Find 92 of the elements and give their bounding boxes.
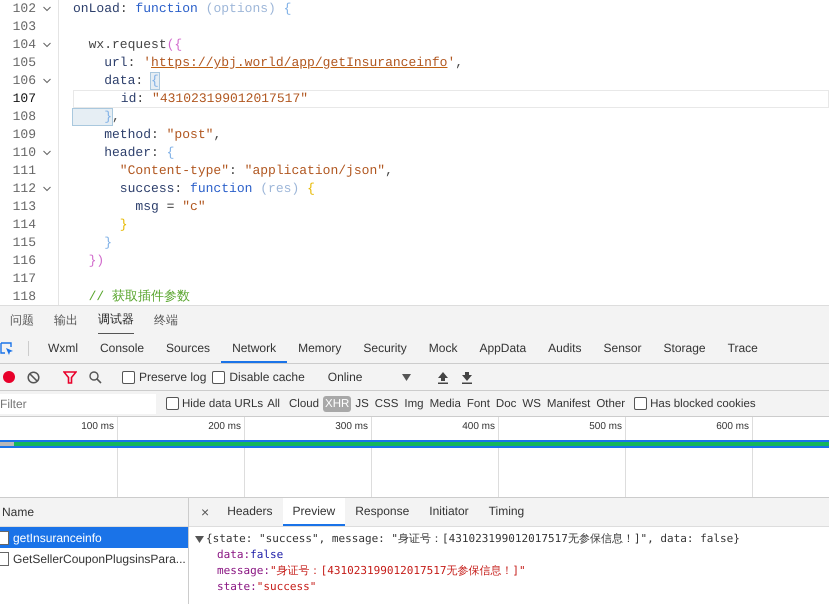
devtools-tab[interactable]: Sources [155,334,222,363]
resource-type-filter[interactable]: CSS [372,396,400,412]
preview-property: data:false [216,547,284,563]
fold-chevron-icon[interactable] [42,148,52,158]
line-number: 103 [12,18,36,36]
devtools-tab[interactable]: Audits [537,334,593,363]
devtools-tab[interactable]: Mock [418,334,468,363]
line-number: 115 [12,234,36,252]
devtools-tab[interactable]: Storage [652,334,717,363]
time-tick-label: 500 ms [588,420,623,434]
throttling-dropdown[interactable]: Online [322,369,418,385]
request-row[interactable]: getInsuranceinfo [0,527,188,548]
resource-type-filter[interactable]: JS [353,396,371,412]
panel-tab[interactable]: 终端 [154,306,178,334]
resource-type-filter[interactable]: Cloud [286,396,322,412]
code-line: onLoad: function (options) { [73,1,292,17]
caret-icon [402,374,412,380]
close-button[interactable]: × [193,498,218,526]
devtools-tab[interactable]: Console [89,334,156,363]
resource-type-filter[interactable]: Manifest [544,396,592,412]
code-line: data: { [103,73,160,89]
line-number: 105 [12,54,36,72]
detail-tab[interactable]: Preview [282,498,346,526]
line-number: 107 [12,90,36,108]
devtools-tab[interactable]: Memory [287,334,352,363]
code-line: }, [73,109,829,125]
code-line: method: "post", [103,127,222,143]
line-number: 118 [12,288,36,305]
resource-type-filter[interactable]: Img [402,396,426,412]
preview-property: state:"success" [216,579,318,595]
detail-tab[interactable]: Timing [478,498,534,526]
inspect-element-icon[interactable] [0,342,14,356]
line-number: 117 [12,270,36,288]
fold-chevron-icon[interactable] [42,76,52,86]
devtools-tab[interactable]: AppData [468,334,538,363]
line-number: 108 [12,108,36,126]
time-tick-label: 400 ms [461,420,496,434]
panel-tab[interactable]: 问题 [10,306,34,334]
code-line: } [103,235,114,251]
detail-tab[interactable]: Headers [217,498,283,526]
hide-data-urls-checkbox[interactable]: Hide data URLs [166,397,264,410]
devtools-tab[interactable]: Trace [716,334,769,363]
devtools-tab[interactable]: Security [352,334,418,363]
line-number: 102 [12,0,36,18]
time-tick-label: 600 ms [715,420,750,434]
filter-icon[interactable] [60,370,80,384]
line-number: 113 [12,198,36,216]
time-tick-label: 100 ms [80,420,115,434]
resource-type-filter[interactable]: Other [594,396,628,412]
resource-type-filter[interactable]: All [265,396,282,412]
line-number: 110 [12,144,36,162]
resource-type-filter[interactable]: Font [464,396,492,412]
blocked-cookies-checkbox[interactable]: Has blocked cookies [634,397,756,410]
time-tick-label: 300 ms [334,420,369,434]
preserve-log-checkbox[interactable]: Preserve log [122,370,206,384]
fold-chevron-icon[interactable] [42,4,52,14]
line-number: 112 [12,180,36,198]
fold-chevron-icon[interactable] [42,184,52,194]
panel-tab[interactable]: 输出 [54,306,78,334]
file-icon [0,552,9,566]
line-number: 116 [12,252,36,270]
code-line: // 获取插件参数 [88,289,192,305]
code-line: "Content-type": "application/json", [118,163,394,179]
resource-type-filter[interactable]: WS [520,396,543,412]
file-icon [0,530,9,544]
line-number: 114 [12,216,36,234]
code-line: } [118,217,129,233]
line-number: 104 [12,36,36,54]
fold-chevron-icon[interactable] [42,40,52,50]
detail-tab[interactable]: Initiator [419,498,479,526]
resource-type-filter[interactable]: Doc [494,396,518,412]
filter-field[interactable]: Filter [0,394,156,414]
time-tick-label: 200 ms [207,420,242,434]
preview-summary: {state: "success", message: "身证号：[431023199012017517无参保信息！]", data: false} [206,531,740,547]
expanded-triangle-icon[interactable] [195,535,204,543]
preview-property: message:"身证号：[431023199012017517无参保信息！]" [216,563,527,579]
code-line: }) [88,253,106,269]
resource-type-filter[interactable]: Media [428,396,463,412]
code-line: url: 'https://ybj.world/app/getInsuranceinfo', [103,55,464,71]
detail-tab[interactable]: Response [345,498,420,526]
line-number: 106 [12,72,36,90]
record-button[interactable] [0,371,18,383]
code-line: msg = "c" [134,199,207,215]
code-line: wx.request({ [88,37,184,53]
code-line: header: { [103,145,176,161]
line-number: 109 [12,126,36,144]
code-line: success: function (res) { [118,181,316,197]
disable-cache-checkbox[interactable]: Disable cache [212,370,305,384]
devtools-tab[interactable]: Wxml [37,334,89,363]
line-number: 111 [12,162,36,180]
column-header: Name [2,505,34,519]
devtools-tab[interactable]: Sensor [592,334,653,363]
